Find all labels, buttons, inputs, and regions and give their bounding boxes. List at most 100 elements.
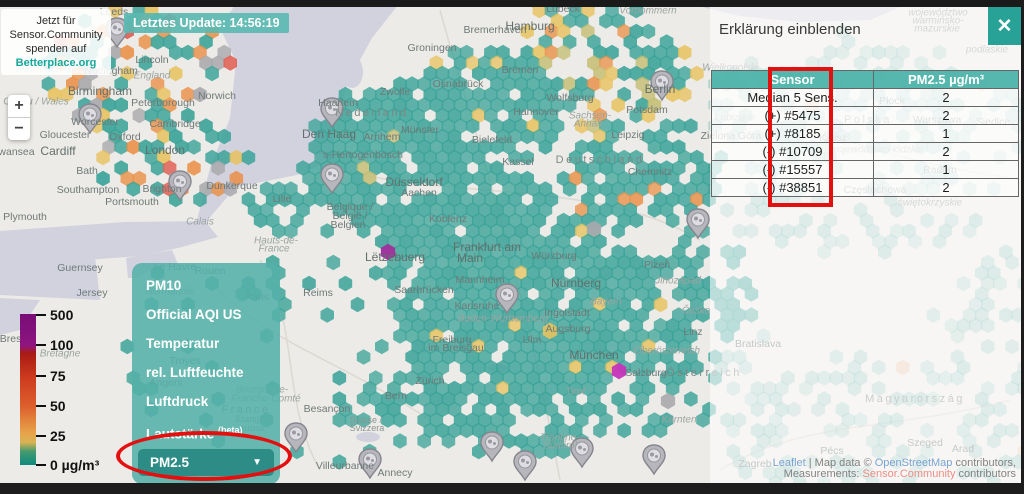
map-label: Peterborough — [131, 97, 195, 109]
map-label: Leipzig — [611, 129, 644, 141]
map-label: Augsburg — [546, 323, 591, 335]
map-label: Česko — [682, 306, 710, 317]
map-pin-icon[interactable] — [169, 171, 191, 200]
map-label: Guernsey — [57, 262, 103, 274]
map-label: Würzburg — [531, 250, 577, 262]
map-label: Hamburg — [505, 19, 554, 33]
map-label: Ingolstadt — [544, 307, 590, 319]
map-label: Trentino- — [540, 433, 579, 444]
donation-line: spenden auf — [3, 42, 109, 56]
map-label: Arnhem — [364, 131, 401, 143]
value-cell: 2 — [874, 89, 1019, 107]
table-row: (+) #8185 1 — [712, 125, 1019, 143]
map-label: Zürich — [415, 375, 444, 387]
legend-tick — [36, 344, 46, 346]
map-pin-icon[interactable] — [643, 445, 665, 474]
map-pin-icon[interactable] — [481, 432, 503, 461]
layer-item-luftdruck[interactable]: Luftdruck — [132, 387, 280, 416]
map-pin-icon[interactable] — [571, 438, 593, 467]
map-label: Cambridge — [149, 118, 200, 130]
map-pin-icon[interactable] — [321, 164, 343, 193]
layer-item-pm10[interactable]: PM10 — [132, 263, 280, 300]
map-label: Frankfurt am — [453, 240, 521, 254]
zoom-in-button[interactable]: + — [8, 95, 30, 118]
top-chrome-bar — [0, 0, 1024, 7]
map-label: Vorpommern — [619, 6, 676, 17]
map-label: England — [134, 71, 171, 82]
map-pin-icon[interactable] — [79, 104, 101, 133]
legend-label: 50 — [50, 398, 66, 414]
value-cell: 2 — [874, 179, 1019, 197]
map-label: Baden-Württemberg — [458, 314, 548, 325]
value-cell: 2 — [874, 143, 1019, 161]
map-label: Gloucester — [40, 129, 91, 141]
map-label: Chemnitz — [628, 166, 672, 178]
map-pin-icon[interactable] — [514, 451, 536, 480]
value-cell: 1 — [874, 161, 1019, 179]
map-label: Belgien — [330, 219, 365, 231]
legend-label: 100 — [50, 337, 73, 353]
map-label: Nederland — [335, 107, 408, 119]
map-label: Mannheim — [455, 274, 504, 286]
table-row: (-) #15557 1 — [712, 161, 1019, 179]
value-cell: 2 — [874, 107, 1019, 125]
map-attribution: Leaflet | Map data © OpenStreetMap contr… — [773, 458, 1016, 480]
close-icon[interactable]: ✕ — [988, 7, 1021, 45]
map-label: Wolfsburg — [546, 92, 593, 104]
legend-tick — [36, 464, 46, 466]
zoom-out-button[interactable]: − — [8, 118, 30, 140]
map-label: Südtirol — [543, 441, 577, 452]
legend-label: 75 — [50, 368, 66, 384]
table-row: (+) #5475 2 — [712, 107, 1019, 125]
map-label: Reims — [303, 287, 333, 299]
map-label: Oberösterreich — [634, 346, 700, 357]
map-pin-icon[interactable] — [359, 449, 381, 478]
legend-tick — [36, 405, 46, 407]
map-label: Groningen — [407, 42, 456, 54]
map-label: Brighton — [142, 183, 181, 195]
color-gradient-bar — [20, 314, 36, 465]
map-label: Worcester — [71, 116, 119, 128]
map-label: Norwich — [198, 90, 236, 102]
map-label: Main — [457, 251, 483, 265]
map-label: Saarbrücken — [394, 284, 454, 296]
legend-tick — [36, 375, 46, 377]
map-label: Birmingham — [68, 84, 132, 98]
layer-item-aqi-us[interactable]: Official AQI US — [132, 300, 280, 329]
map-label: Jihozápad — [655, 276, 701, 287]
map-label: Bremerhaven — [463, 24, 526, 36]
map-label: Kärnten — [661, 415, 696, 426]
donation-box: Jetzt für Sensor.Community spenden auf B… — [1, 9, 111, 75]
betterplace-link[interactable]: Betterplace.org — [3, 56, 109, 70]
table-row: (-) #10709 2 — [712, 143, 1019, 161]
map-pin-icon[interactable] — [496, 284, 518, 313]
donation-line: Sensor.Community — [3, 28, 109, 42]
map-label: Kassel — [502, 156, 534, 168]
map-pin-icon[interactable] — [285, 423, 307, 452]
map-label: France — [258, 244, 289, 255]
map-label: Bielefeld — [472, 134, 512, 146]
sensor-community-link[interactable]: Sensor.Community — [863, 468, 956, 480]
zoom-control[interactable]: + − — [8, 95, 30, 140]
panel-title[interactable]: Erklärung einblenden — [719, 21, 861, 38]
map-label: Hauts-de- — [254, 236, 298, 247]
map-label: Swansea — [0, 146, 35, 158]
map-label: Calais — [186, 217, 214, 228]
map-pin-icon[interactable] — [687, 209, 709, 238]
map-pin-icon[interactable] — [651, 71, 673, 100]
layer-item-temperatur[interactable]: Temperatur — [132, 329, 280, 358]
map-label: Hannover — [513, 106, 559, 118]
map-label: Portsmouth — [105, 196, 159, 208]
map-label: België / — [332, 210, 367, 222]
map-label: Freiburg — [432, 334, 471, 346]
map-label: Ulm — [523, 334, 542, 346]
annotation-ellipse — [116, 431, 292, 481]
value-cell: 1 — [874, 125, 1019, 143]
map-label: Lille — [273, 193, 292, 205]
map-pin-icon[interactable] — [321, 98, 343, 127]
layer-item-luftfeuchte[interactable]: rel. Luftfeuchte — [132, 358, 280, 387]
legend-tick — [36, 314, 46, 316]
map-label: Plymouth — [3, 211, 47, 223]
legend-tick — [36, 435, 46, 437]
map-label: Münster — [401, 124, 439, 136]
